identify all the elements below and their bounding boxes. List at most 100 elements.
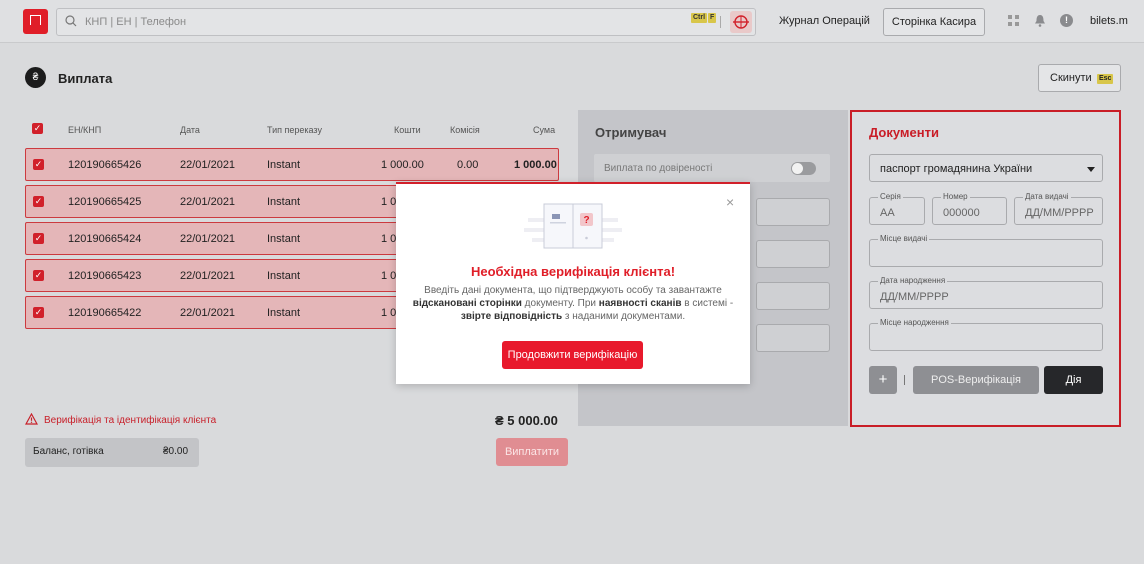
scan-button[interactable] xyxy=(730,11,752,33)
reset-button[interactable]: Скинути Esc xyxy=(1038,64,1121,92)
shortcut-f-badge: F xyxy=(708,13,717,23)
row-en: 120190665423 xyxy=(68,270,142,282)
verification-warning[interactable]: Верифікація та ідентифікація клієнта xyxy=(44,415,216,426)
proxy-toggle[interactable] xyxy=(791,162,816,175)
total-amount: ₴ 5 000.00 xyxy=(495,413,558,428)
row-date: 22/01/2021 xyxy=(180,307,236,319)
grid-icon[interactable] xyxy=(1008,15,1019,26)
recipient-field[interactable] xyxy=(756,324,830,352)
row-fee: 0.00 xyxy=(457,159,479,171)
shortcut-esc-badge: Esc xyxy=(1097,74,1114,84)
row-en: 120190665425 xyxy=(68,196,142,208)
search-input[interactable] xyxy=(85,10,665,34)
modal-message-bold: відскановані сторінки xyxy=(412,298,522,309)
nav-operations-journal[interactable]: Журнал Операцій xyxy=(779,15,870,27)
pos-verification-button[interactable]: POS-Верифікація xyxy=(913,366,1039,394)
table-row[interactable]: ✓ 120190665426 22/01/2021 Instant 1 000.… xyxy=(25,148,559,181)
logo-icon[interactable] xyxy=(23,9,48,34)
proxy-payout-label: Виплата по довіреності xyxy=(604,163,713,174)
recipient-field[interactable] xyxy=(756,282,830,310)
divider xyxy=(904,375,905,385)
row-date: 22/01/2021 xyxy=(180,233,236,245)
recipient-title: Отримувач xyxy=(595,125,667,140)
search-icon xyxy=(65,15,77,27)
document-type-value: паспорт громадянина України xyxy=(880,163,1033,175)
modal-message-bold: звірте відповідність xyxy=(460,311,563,322)
row-type: Instant xyxy=(267,307,301,319)
add-button[interactable]: + xyxy=(869,366,897,394)
diia-button[interactable]: Дія xyxy=(1044,366,1103,394)
svg-text:?: ? xyxy=(583,215,589,226)
birth-place-label: Місце народження xyxy=(878,318,951,327)
issue-date-placeholder: ДД/ММ/РРРР xyxy=(1025,207,1094,219)
row-en: 120190665422 xyxy=(68,307,142,319)
cashier-page-button[interactable]: Сторінка Касира xyxy=(883,8,985,36)
row-checkbox[interactable]: ✓ xyxy=(33,270,44,281)
proxy-payout-row: Виплата по довіреності xyxy=(594,154,830,182)
row-date: 22/01/2021 xyxy=(180,196,236,208)
modal-message-part: Введіть дані документа, що підтверджують… xyxy=(424,285,722,296)
number-label: Номер xyxy=(941,192,970,201)
documents-panel: Документи паспорт громадянина України Се… xyxy=(850,110,1121,427)
column-header-type: Тип переказу xyxy=(267,125,322,135)
row-type: Instant xyxy=(267,196,301,208)
select-all-checkbox[interactable]: ✓ xyxy=(32,123,43,134)
payout-icon: ₴ xyxy=(25,67,46,88)
issue-place-field[interactable]: Місце видачі xyxy=(869,234,1103,267)
modal-message: Введіть дані документа, що підтверджують… xyxy=(412,284,734,323)
scan-icon xyxy=(733,15,749,29)
balance-value: ₴0.00 xyxy=(163,446,189,457)
row-type: Instant xyxy=(267,270,301,282)
modal-message-bold: наявності сканів xyxy=(598,298,682,309)
balance-label: Баланс, готівка xyxy=(33,446,104,457)
cash-balance: Баланс, готівка ₴0.00 xyxy=(25,438,199,467)
alert-icon[interactable]: ! xyxy=(1060,14,1073,27)
row-checkbox[interactable]: ✓ xyxy=(33,233,44,244)
row-type: Instant xyxy=(267,233,301,245)
birth-date-label: Дата народження xyxy=(878,276,948,285)
row-checkbox[interactable]: ✓ xyxy=(33,159,44,170)
series-label: Серія xyxy=(878,192,903,201)
birth-date-field[interactable]: Дата народження ДД/ММ/РРРР xyxy=(869,276,1103,309)
reset-button-label: Скинути xyxy=(1050,72,1092,84)
divider xyxy=(720,16,721,28)
pay-button[interactable]: Виплатити xyxy=(496,438,568,466)
continue-verification-button[interactable]: Продовжити верифікацію xyxy=(502,341,643,369)
row-type: Instant xyxy=(267,159,301,171)
column-header-en: ЕН/КНП xyxy=(68,125,102,135)
search-box[interactable]: Ctrl F xyxy=(56,8,756,36)
row-checkbox[interactable]: ✓ xyxy=(33,307,44,318)
number-field[interactable]: Номер 000000 xyxy=(932,192,1007,225)
modal-message-part: з наданими документами. xyxy=(562,311,686,322)
documents-title: Документи xyxy=(869,125,939,140)
chevron-down-icon xyxy=(1087,167,1095,172)
recipient-field[interactable] xyxy=(756,198,830,226)
issue-date-field[interactable]: Дата видачі ДД/ММ/РРРР xyxy=(1014,192,1103,225)
row-date: 22/01/2021 xyxy=(180,159,236,171)
column-header-fee: Комісія xyxy=(450,125,480,135)
recipient-field[interactable] xyxy=(756,240,830,268)
close-icon[interactable]: × xyxy=(726,194,734,210)
row-en: 120190665426 xyxy=(68,159,142,171)
verification-modal: × ? Необхідна верифікація клієнта! Введі… xyxy=(396,182,750,384)
column-header-funds: Кошти xyxy=(394,125,421,135)
document-type-select[interactable]: паспорт громадянина України xyxy=(869,154,1103,182)
username[interactable]: bilets.m xyxy=(1090,15,1128,27)
series-field[interactable]: Серія АА xyxy=(869,192,925,225)
row-checkbox[interactable]: ✓ xyxy=(33,196,44,207)
series-placeholder: АА xyxy=(880,207,895,219)
birth-place-field[interactable]: Місце народження xyxy=(869,318,1103,351)
row-en: 120190665424 xyxy=(68,233,142,245)
warning-icon xyxy=(25,413,38,425)
column-header-date: Дата xyxy=(180,125,200,135)
page-title: Виплата xyxy=(58,71,113,86)
number-placeholder: 000000 xyxy=(943,207,980,219)
modal-title: Необхідна верифікація клієнта! xyxy=(470,264,676,279)
shortcut-ctrl-badge: Ctrl xyxy=(691,13,708,23)
modal-message-part: в системі - xyxy=(681,298,734,309)
issue-place-label: Місце видачі xyxy=(878,234,930,243)
document-illustration-icon: ? xyxy=(524,203,622,249)
birth-date-placeholder: ДД/ММ/РРРР xyxy=(880,291,949,303)
bell-icon[interactable] xyxy=(1034,14,1046,27)
toggle-knob xyxy=(792,163,803,174)
